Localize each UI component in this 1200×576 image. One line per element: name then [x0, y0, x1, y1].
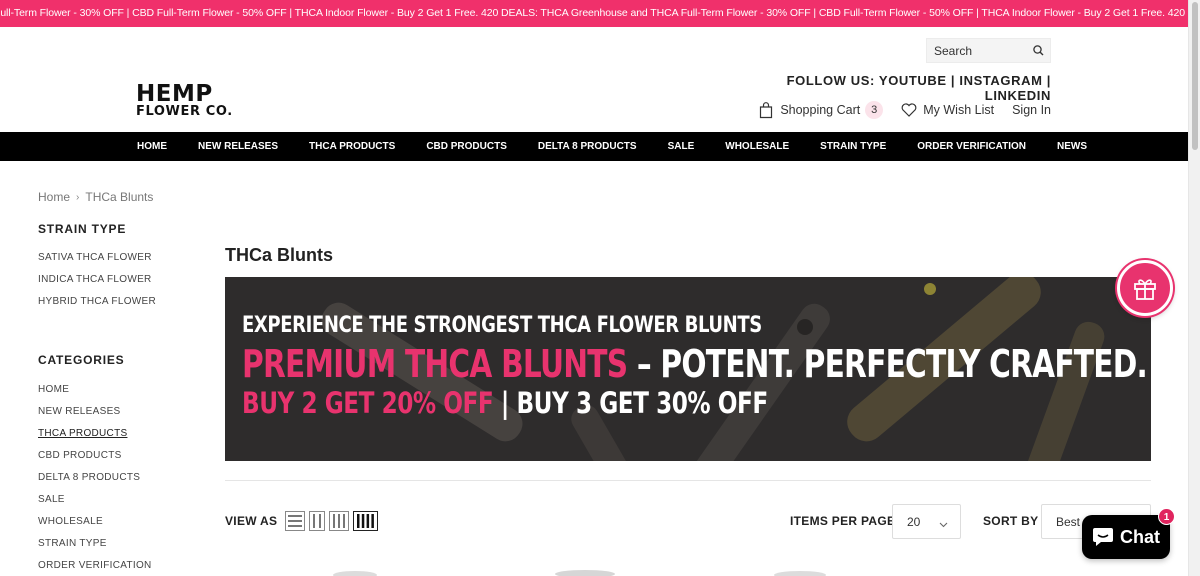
- items-per-page-label: ITEMS PER PAGE: [790, 514, 896, 528]
- strain-type-list: SATIVA THCA FLOWER INDICA THCA FLOWER HY…: [38, 247, 156, 313]
- logo-line-2: FLOWER CO.: [136, 104, 233, 119]
- categories-heading: CATEGORIES: [38, 353, 125, 367]
- chevron-down-icon: [939, 517, 948, 531]
- product-grid-peek: [333, 570, 826, 576]
- page-scrollbar[interactable]: [1188, 0, 1200, 576]
- banner-offer: BUY 2 GET 20% OFF | BUY 3 GET 30% OFF: [242, 386, 1151, 420]
- follow-link-youtube[interactable]: YOUTUBE: [879, 73, 947, 88]
- sidebar-item-indica[interactable]: INDICA THCA FLOWER: [38, 269, 156, 291]
- shopping-bag-icon: [759, 101, 773, 119]
- search-box: [926, 38, 1051, 63]
- logo-line-1: HEMP: [136, 81, 213, 107]
- nav-item-delta-8-products[interactable]: DELTA 8 PRODUCTS: [538, 141, 637, 152]
- brand-logo[interactable]: HEMP FLOWER CO.: [136, 83, 258, 119]
- nav-item-news[interactable]: NEWS: [1057, 141, 1087, 152]
- follow-separator: |: [1046, 73, 1051, 88]
- nav-item-strain-type[interactable]: STRAIN TYPE: [820, 141, 886, 152]
- items-per-page-value: 20: [907, 514, 921, 529]
- banner-offer-white: | BUY 3 GET 30% OFF: [493, 386, 768, 420]
- announcement-text: Full-Term Flower - 30% OFF | CBD Full-Te…: [0, 7, 1188, 19]
- page-title: THCa Blunts: [225, 245, 333, 265]
- nav-item-order-verification[interactable]: ORDER VERIFICATION: [917, 141, 1026, 152]
- grid-2-icon[interactable]: [309, 511, 325, 531]
- follow-us: FOLLOW US: YOUTUBE | INSTAGRAM | LINKEDI…: [720, 73, 1051, 103]
- sidebar-item-thca-products[interactable]: THCA PRODUCTS: [38, 423, 152, 445]
- follow-separator: |: [950, 73, 956, 88]
- breadcrumb-home[interactable]: Home: [38, 190, 70, 204]
- banner-tagline-white: – POTENT. PERFECTLY CRAFTED.: [627, 342, 1148, 386]
- sidebar-item-cbd-products[interactable]: CBD PRODUCTS: [38, 445, 152, 467]
- nav-item-wholesale[interactable]: WHOLESALE: [725, 141, 789, 152]
- chat-notification-badge: 1: [1158, 508, 1175, 525]
- announcement-bar: Full-Term Flower - 30% OFF | CBD Full-Te…: [0, 0, 1188, 27]
- grid-4-icon[interactable]: [353, 511, 378, 531]
- sidebar-item-sale[interactable]: SALE: [38, 489, 152, 511]
- grid-3-icon[interactable]: [329, 511, 349, 531]
- items-per-page-select[interactable]: 20: [892, 504, 961, 539]
- chat-label: Chat: [1120, 526, 1160, 547]
- sign-in-link[interactable]: Sign In: [1012, 103, 1051, 117]
- chat-button[interactable]: Chat: [1082, 515, 1170, 559]
- heart-icon: [901, 103, 917, 117]
- follow-link-instagram[interactable]: INSTAGRAM: [959, 73, 1042, 88]
- banner-headline: EXPERIENCE THE STRONGEST THCA FLOWER BLU…: [242, 313, 762, 338]
- strain-type-heading: STRAIN TYPE: [38, 222, 127, 236]
- scrollbar-thumb[interactable]: [1192, 2, 1198, 150]
- list-view-icon[interactable]: [285, 511, 305, 531]
- cart-count-badge: 3: [865, 101, 884, 119]
- sign-in-label: Sign In: [1012, 103, 1051, 117]
- nav-item-new-releases[interactable]: NEW RELEASES: [198, 141, 278, 152]
- gift-icon: [1132, 275, 1158, 301]
- rewards-gift-button[interactable]: [1117, 260, 1173, 316]
- account-links: Shopping Cart 3 My Wish List Sign In: [700, 100, 1051, 120]
- chat-bubble-icon: [1092, 527, 1114, 547]
- sidebar-item-wholesale[interactable]: WHOLESALE: [38, 511, 152, 533]
- sidebar-item-sativa[interactable]: SATIVA THCA FLOWER: [38, 247, 156, 269]
- sidebar-item-new-releases[interactable]: NEW RELEASES: [38, 401, 152, 423]
- banner-tagline: PREMIUM THCA BLUNTS – POTENT. PERFECTLY …: [242, 342, 1148, 386]
- wishlist-link[interactable]: My Wish List: [901, 103, 994, 117]
- banner-tagline-pink: PREMIUM THCA BLUNTS: [242, 342, 628, 386]
- nav-item-thca-products[interactable]: THCA PRODUCTS: [309, 141, 395, 152]
- sidebar-item-strain-type[interactable]: STRAIN TYPE: [38, 533, 152, 555]
- breadcrumb: Home › THCa Blunts: [38, 190, 153, 204]
- search-input[interactable]: [927, 39, 1027, 62]
- cart-label: Shopping Cart: [780, 103, 861, 117]
- search-icon[interactable]: [1031, 43, 1046, 58]
- categories-list: HOME NEW RELEASES THCA PRODUCTS CBD PROD…: [38, 379, 152, 576]
- nav-item-home[interactable]: HOME: [137, 141, 167, 152]
- sidebar-item-hybrid[interactable]: HYBRID THCA FLOWER: [38, 291, 156, 313]
- promo-banner[interactable]: EXPERIENCE THE STRONGEST THCA FLOWER BLU…: [225, 277, 1151, 461]
- banner-offer-pink: BUY 2 GET 20% OFF: [242, 386, 494, 420]
- sort-by-label: SORT BY: [983, 514, 1039, 528]
- main-nav: HOME NEW RELEASES THCA PRODUCTS CBD PROD…: [0, 132, 1188, 161]
- sidebar-item-home[interactable]: HOME: [38, 379, 152, 401]
- breadcrumb-current: THCa Blunts: [85, 190, 154, 204]
- sidebar-item-order-verification[interactable]: ORDER VERIFICATION: [38, 555, 152, 576]
- toolbar-divider: [225, 480, 1151, 481]
- chevron-right-icon: ›: [76, 191, 80, 203]
- sidebar-item-delta-8-products[interactable]: DELTA 8 PRODUCTS: [38, 467, 152, 489]
- follow-label: FOLLOW US:: [786, 73, 875, 88]
- wishlist-label: My Wish List: [923, 103, 995, 117]
- view-mode-switcher: [285, 511, 378, 531]
- shopping-cart-link[interactable]: Shopping Cart 3: [759, 101, 884, 119]
- nav-item-cbd-products[interactable]: CBD PRODUCTS: [426, 141, 507, 152]
- nav-item-sale[interactable]: SALE: [668, 141, 695, 152]
- view-as-label: VIEW AS: [225, 514, 278, 528]
